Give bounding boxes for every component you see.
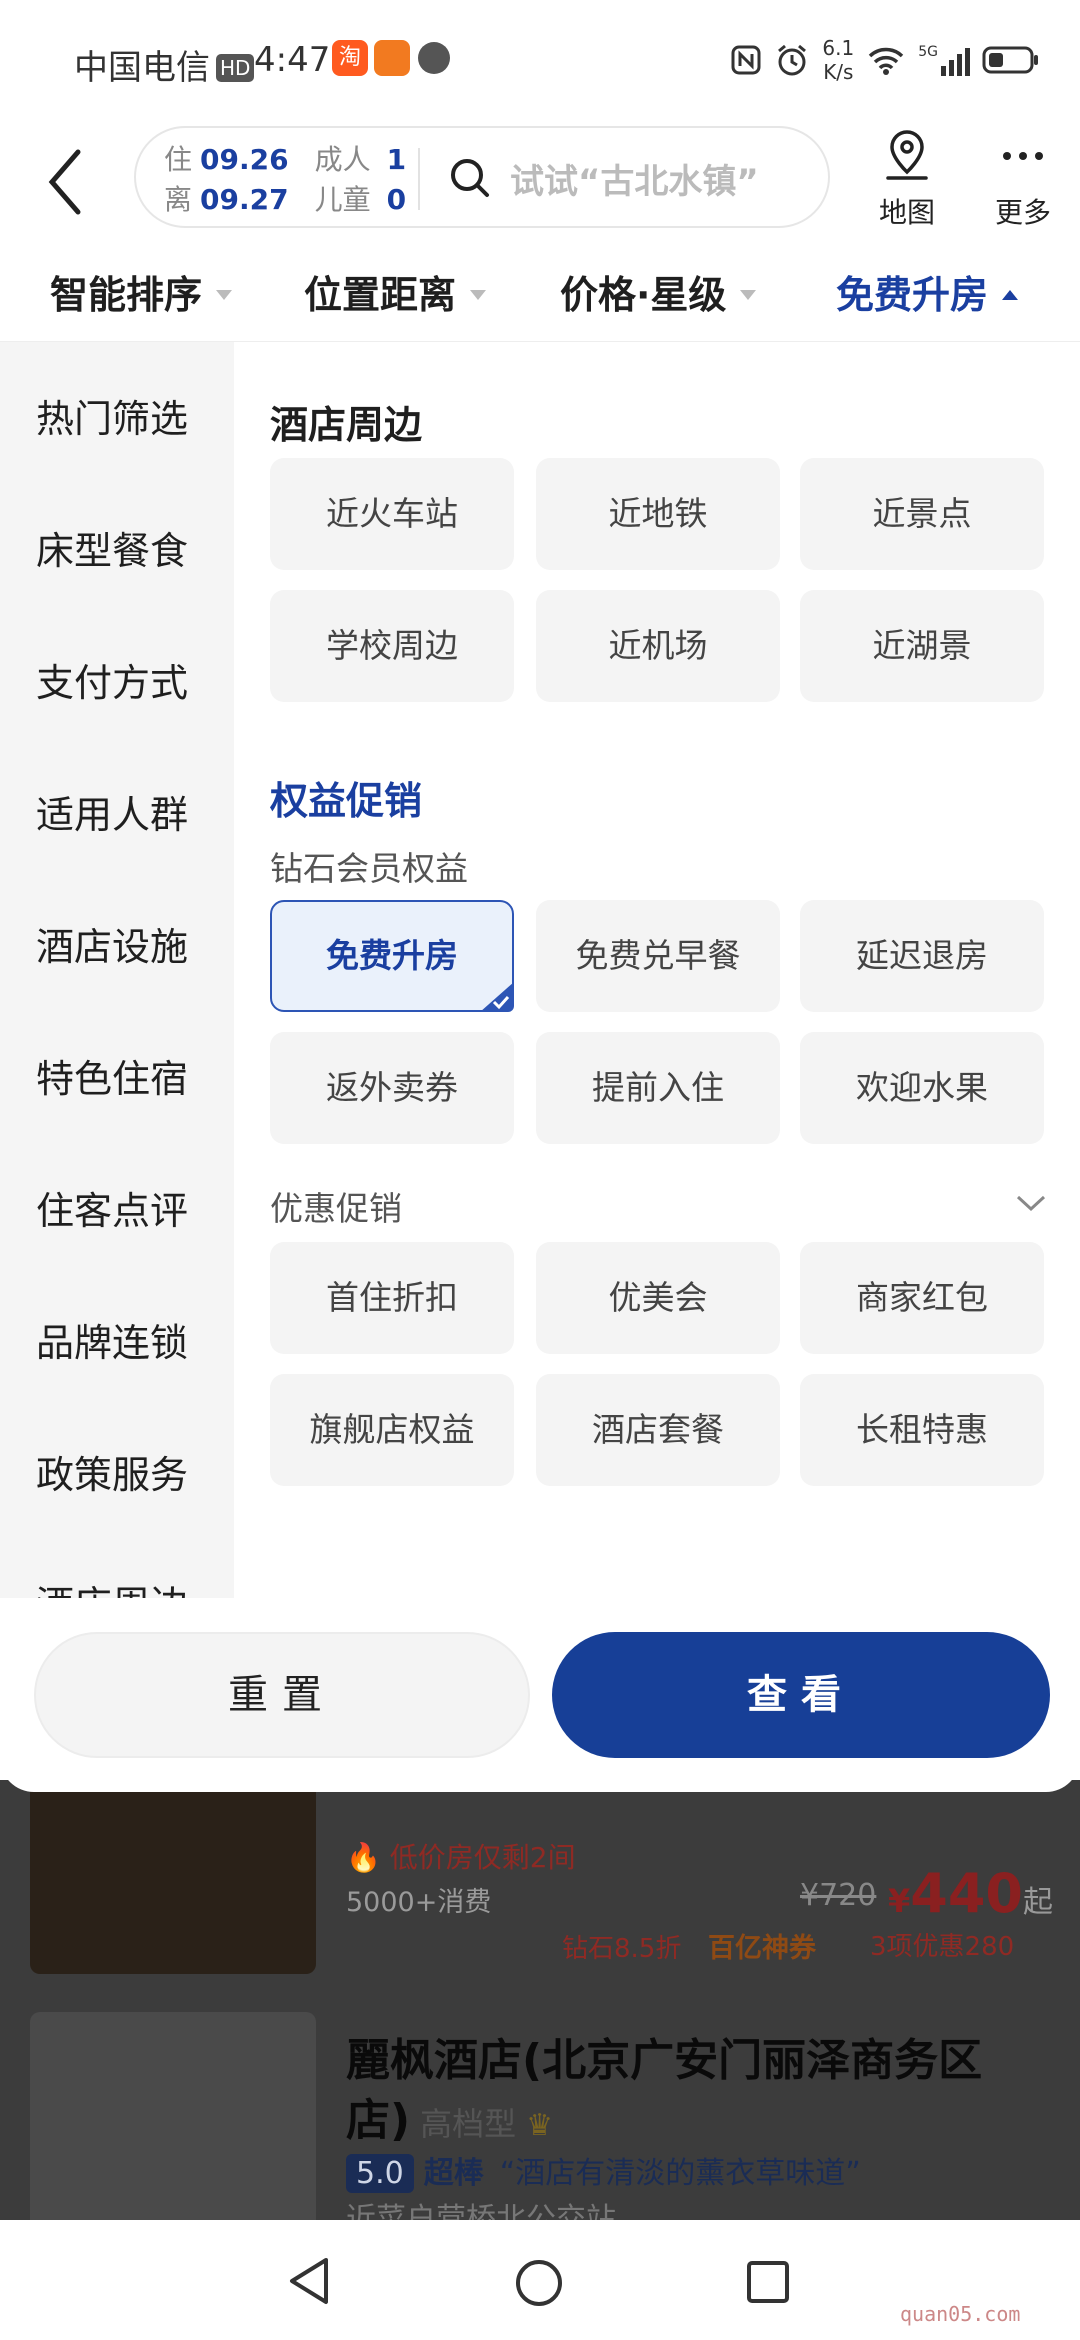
discount-tag: 钻石8.5折: [562, 1934, 682, 1964]
view-button[interactable]: 查看: [552, 1632, 1050, 1758]
search-icon: [451, 159, 489, 197]
category-policy[interactable]: 政策服务: [36, 1444, 188, 1499]
divider: [418, 148, 420, 210]
rating-row: 5.0 超棒 “酒店有清淡的薰衣草味道”: [346, 2148, 861, 2193]
category-reviews[interactable]: 住客点评: [36, 1180, 188, 1235]
crown-icon: ♛: [526, 2108, 554, 2143]
tab-free-upgrade[interactable]: 免费升房: [836, 264, 1019, 319]
map-pin-icon: [886, 130, 928, 180]
hd-badge: HD: [216, 54, 255, 82]
tab-price-star[interactable]: 价格·星级: [560, 264, 757, 319]
tab-location-distance[interactable]: 位置距离: [304, 264, 487, 319]
chip-near-attraction[interactable]: 近景点: [800, 458, 1044, 570]
more-button[interactable]: 更多: [978, 128, 1068, 231]
search-box[interactable]: 住 09.26 成人 1 离 09.27 儿童 0 试试“古北水镇”: [134, 126, 830, 228]
chip-near-airport[interactable]: 近机场: [536, 590, 780, 702]
chip-hotel-package[interactable]: 酒店套餐: [536, 1374, 780, 1486]
category-surroundings[interactable]: 酒店周边: [36, 1574, 188, 1598]
notification-dot-icon: [418, 42, 450, 74]
tab-smart-sort[interactable]: 智能排序: [50, 264, 233, 319]
adults-count: 1: [386, 143, 407, 176]
nfc-icon: [731, 45, 761, 75]
coupon-tag: 百亿神券: [708, 1933, 816, 1964]
caret-down-icon: [216, 290, 233, 300]
category-facilities[interactable]: 酒店设施: [36, 916, 188, 971]
offers-tag: 3项优惠280: [870, 1932, 1015, 1962]
subtitle-diamond-benefits: 钻石会员权益: [270, 849, 468, 888]
hotel-thumbnail: [30, 1780, 316, 1974]
chip-near-lake[interactable]: 近湖景: [800, 590, 1044, 702]
nav-recents-icon[interactable]: [746, 2260, 790, 2304]
alarm-icon: [778, 44, 807, 76]
taobao-app-icon: 淘: [332, 40, 368, 76]
category-audience[interactable]: 适用人群: [36, 784, 188, 839]
category-brands[interactable]: 品牌连锁: [36, 1312, 188, 1367]
caret-down-icon: [470, 290, 487, 300]
checkout-label: 离: [164, 183, 193, 216]
back-icon[interactable]: [42, 142, 92, 222]
more-icon: [1003, 152, 1043, 160]
chip-near-train-station[interactable]: 近火车站: [270, 458, 514, 570]
category-payment[interactable]: 支付方式: [36, 652, 188, 707]
checkout-date: 09.27: [200, 183, 289, 216]
chip-merchant-red-packet[interactable]: 商家红包: [800, 1242, 1044, 1354]
selected-check-icon: [480, 982, 514, 1012]
map-button[interactable]: 地图: [862, 128, 952, 231]
app-notification-icon: [374, 40, 410, 76]
status-bar: 中国电信 HD 4:47 淘 6.1 K/s 5G: [0, 0, 1080, 120]
hotel-name: 麗枫酒店(北京广安门丽泽商务区: [346, 2035, 983, 2086]
search-header: 住 09.26 成人 1 离 09.27 儿童 0 试试“古北水镇” 地图 更多: [0, 120, 1080, 250]
category-special-stay[interactable]: 特色住宿: [36, 1048, 188, 1103]
children-label: 儿童: [314, 183, 371, 216]
filter-category-list: 热门筛选 床型餐食 支付方式 适用人群 酒店设施 特色住宿 住客点评 品牌连锁 …: [0, 342, 234, 1598]
reset-button[interactable]: 重置: [34, 1632, 530, 1758]
chip-near-subway[interactable]: 近地铁: [536, 458, 780, 570]
current-price: ¥440起: [888, 1862, 1053, 1925]
low-stock-tag: 🔥 低价房仅剩2间: [346, 1841, 576, 1874]
section-title-benefits: 权益促销: [270, 779, 423, 823]
original-price: ¥720: [800, 1878, 877, 1913]
status-time: 4:47: [254, 40, 331, 80]
chip-welcome-fruit[interactable]: 欢迎水果: [800, 1032, 1044, 1144]
wifi-icon: [869, 47, 904, 75]
hotel-name-cont: 店) 高档型 ♛: [346, 2095, 554, 2146]
nav-back-icon[interactable]: [286, 2256, 332, 2306]
chip-near-school[interactable]: 学校周边: [270, 590, 514, 702]
adults-label: 成人: [314, 143, 371, 176]
subtitle-promotions: 优惠促销: [270, 1189, 402, 1228]
checkin-label: 住: [164, 143, 193, 176]
caret-up-icon: [1002, 290, 1019, 300]
chip-early-checkin[interactable]: 提前入住: [536, 1032, 780, 1144]
watermark: quan05.com: [900, 2302, 1021, 2326]
signal-icon: 5G: [918, 44, 970, 76]
children-count: 0: [386, 183, 407, 216]
chip-late-checkout[interactable]: 延迟退房: [800, 900, 1044, 1012]
category-bed-meals[interactable]: 床型餐食: [36, 520, 188, 575]
filter-panel: 热门筛选 床型餐食 支付方式 适用人群 酒店设施 特色住宿 住客点评 品牌连锁 …: [0, 342, 1080, 1792]
sort-tabs: 智能排序 位置距离 价格·星级 免费升房: [0, 250, 1080, 342]
battery-icon: [982, 46, 1038, 74]
search-input[interactable]: 试试“古北水镇”: [510, 154, 759, 203]
chip-long-stay-deal[interactable]: 长租特惠: [800, 1374, 1044, 1486]
chevron-down-icon[interactable]: [1014, 1192, 1048, 1214]
chip-delivery-coupon[interactable]: 返外卖券: [270, 1032, 514, 1144]
chip-first-stay-discount[interactable]: 首住折扣: [270, 1242, 514, 1354]
date-guest-selector[interactable]: 住 09.26 成人 1 离 09.27 儿童 0: [164, 140, 406, 220]
carrier-label: 中国电信 HD: [74, 40, 255, 89]
chip-free-upgrade[interactable]: 免费升房: [270, 900, 514, 1012]
caret-down-icon: [740, 290, 757, 300]
chip-youmeihui[interactable]: 优美会: [536, 1242, 780, 1354]
more-label: 更多: [994, 196, 1051, 229]
checkin-date: 09.26: [200, 143, 289, 176]
hotel-list-background: 🔥 低价房仅剩2间 5000+消费 ¥720 ¥440起 钻石8.5折 百亿神券…: [0, 1780, 1080, 2237]
net-speed: 6.1 K/s: [822, 36, 855, 84]
hotel-thumbnail: [30, 2012, 316, 2232]
section-title-surroundings: 酒店周边: [270, 403, 423, 447]
consumption-count: 5000+消费: [346, 1887, 492, 1918]
chip-flagship-benefits[interactable]: 旗舰店权益: [270, 1374, 514, 1486]
chip-free-breakfast[interactable]: 免费兑早餐: [536, 900, 780, 1012]
nav-home-icon[interactable]: [514, 2258, 564, 2308]
category-hot-filters[interactable]: 热门筛选: [36, 388, 188, 443]
map-label: 地图: [878, 196, 935, 229]
